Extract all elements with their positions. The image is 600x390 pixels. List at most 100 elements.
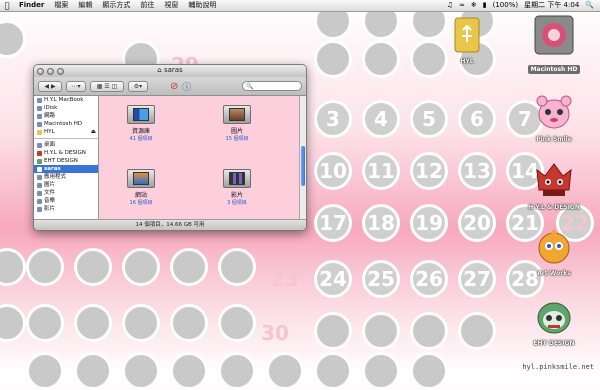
wallpaper-number: 6 bbox=[458, 100, 496, 138]
menu-help[interactable]: 輔助說明 bbox=[183, 0, 221, 11]
desktop-icon-eht-design[interactable]: EHT DESIGN bbox=[519, 296, 589, 347]
desktop-icon-pink-smile[interactable]: Pink Smile bbox=[519, 92, 589, 143]
wallpaper-circle bbox=[362, 40, 400, 78]
wallpaper-number: 10 bbox=[314, 152, 352, 190]
action-menu-button[interactable]: ⚙▾ bbox=[128, 80, 148, 92]
folder-library[interactable]: 資源庫 41 個項目 bbox=[113, 102, 169, 142]
sidebar-label: 影片 bbox=[44, 206, 56, 212]
desktop-icon-label: EHT DESIGN bbox=[533, 340, 575, 347]
wifi-icon[interactable]: ≈ bbox=[459, 0, 465, 11]
desktop-icon-hyl-design[interactable]: H.Y.L & DESIGN bbox=[519, 160, 589, 211]
sidebar-item-applications[interactable]: 應用程式 bbox=[34, 173, 98, 181]
folder-name: 資源庫 bbox=[131, 128, 150, 135]
menu-file[interactable]: 檔案 bbox=[49, 0, 73, 11]
sidebar-item-desktop[interactable]: 桌面 bbox=[34, 141, 98, 149]
bluetooth-icon[interactable]: ❄ bbox=[471, 0, 477, 11]
folder-pictures[interactable]: 圖片 15 個項目 bbox=[209, 102, 265, 142]
path-icon: ⋯▾ bbox=[71, 82, 81, 90]
window-titlebar[interactable]: ⌂ saras bbox=[34, 65, 306, 77]
sidebar-label: 應用程式 bbox=[44, 174, 67, 180]
wallpaper-number: 25 bbox=[362, 260, 400, 298]
usb-drive-icon bbox=[37, 129, 42, 135]
desktop-icon-macintosh-hd[interactable]: Macintosh HD bbox=[519, 14, 589, 75]
sidebar-item-documents[interactable]: 文件 bbox=[34, 189, 98, 197]
finder-window: ⌂ saras ◀ ▶ ⋯▾ ▦ ☰ ◫ ⚙▾ ⊘ ⓘ 🔍 H.Y.L MacB… bbox=[33, 64, 307, 231]
desktop-icon-label: Macintosh HD bbox=[527, 65, 581, 74]
sidebar-item-idisk[interactable]: iDisk bbox=[34, 104, 98, 112]
wallpaper-number: 20 bbox=[458, 204, 496, 242]
desktop-icon-label: HYL bbox=[460, 58, 474, 65]
folder-sites[interactable]: 網站 16 個項目 bbox=[113, 166, 169, 206]
wallpaper-circle bbox=[218, 304, 256, 342]
status-bar: 14 個項目，14.66 GB 可用 bbox=[34, 219, 306, 230]
menu-go[interactable]: 前往 bbox=[135, 0, 159, 11]
sites-folder-icon bbox=[127, 166, 155, 188]
menu-view[interactable]: 顯示方式 bbox=[97, 0, 135, 11]
search-icon: 🔍 bbox=[246, 82, 254, 90]
menu-finder[interactable]: Finder bbox=[14, 0, 49, 11]
column-view-icon[interactable]: ◫ bbox=[112, 83, 118, 90]
sidebar-item-hyl-design[interactable]: H.Y.L & DESIGN bbox=[34, 149, 98, 157]
folder-name: 圖片 bbox=[230, 128, 243, 135]
sidebar-item-eht-design[interactable]: EHT DESIGN bbox=[34, 157, 98, 165]
sidebar-item-hyl[interactable]: HYL ⏏ bbox=[34, 128, 98, 136]
folder-count: 16 個項目 bbox=[129, 200, 153, 206]
icon-view-icon[interactable]: ▦ bbox=[97, 83, 103, 90]
wallpaper-number: 11 bbox=[362, 152, 400, 190]
sidebar-item-music[interactable]: 音樂 bbox=[34, 197, 98, 205]
list-view-icon[interactable]: ☰ bbox=[104, 83, 109, 90]
vertical-scrollbar[interactable] bbox=[299, 96, 306, 220]
folder-icon bbox=[37, 158, 42, 164]
sidebar-item-macbook[interactable]: H.Y.L MacBook bbox=[34, 96, 98, 104]
menu-edit[interactable]: 編輯 bbox=[73, 0, 97, 11]
wallpaper-circle bbox=[170, 304, 208, 342]
wallpaper-circle bbox=[122, 352, 160, 390]
sidebar-item-pictures[interactable]: 圖片 bbox=[34, 181, 98, 189]
home-folder-icon: ⌂ bbox=[157, 66, 164, 74]
view-switcher[interactable]: ▦ ☰ ◫ bbox=[90, 80, 124, 92]
finder-sidebar: H.Y.L MacBook iDisk 網路 Macintosh HD HYL ⏏… bbox=[34, 96, 99, 220]
clock[interactable]: 星期二 下午 4:04 bbox=[524, 0, 579, 11]
sidebar-label: 桌面 bbox=[44, 142, 56, 148]
sidebar-item-macintosh-hd[interactable]: Macintosh HD bbox=[34, 120, 98, 128]
finder-toolbar: ◀ ▶ ⋯▾ ▦ ☰ ◫ ⚙▾ ⊘ ⓘ 🔍 bbox=[34, 77, 306, 96]
scrollbar-thumb[interactable] bbox=[301, 146, 305, 186]
eject-icon[interactable]: ⏏ bbox=[91, 128, 98, 136]
folder-movies[interactable]: 影片 3 個項目 bbox=[209, 166, 265, 206]
spotlight-icon[interactable]: 🔍 bbox=[585, 0, 594, 11]
sidebar-item-network[interactable]: 網路 bbox=[34, 112, 98, 120]
hard-drive-icon bbox=[37, 121, 42, 127]
pink-character-icon bbox=[533, 92, 575, 134]
usb-drive-icon bbox=[446, 14, 488, 56]
network-icon bbox=[37, 113, 42, 119]
sidebar-item-movies[interactable]: 影片 bbox=[34, 205, 98, 213]
wallpaper-circle bbox=[218, 248, 256, 286]
desktop-icon-art-works[interactable]: Art Works bbox=[519, 226, 589, 277]
info-icon[interactable]: ⓘ bbox=[182, 80, 191, 93]
computer-icon bbox=[37, 97, 42, 103]
sidebar-label: H.Y.L & DESIGN bbox=[44, 150, 86, 156]
back-icon[interactable]: ◀ bbox=[44, 83, 49, 90]
desktop-icon-hyl[interactable]: HYL bbox=[432, 14, 502, 65]
wallpaper-circle bbox=[122, 248, 160, 286]
gear-icon: ⚙▾ bbox=[133, 82, 143, 90]
volume-icon[interactable]: ♫ bbox=[447, 0, 453, 11]
wallpaper-number: 17 bbox=[314, 204, 352, 242]
battery-icon[interactable]: ▮ bbox=[483, 0, 487, 11]
forward-icon[interactable]: ▶ bbox=[51, 83, 56, 90]
path-button[interactable]: ⋯▾ bbox=[66, 80, 86, 92]
wallpaper-credit: hyl.pinksmile.net bbox=[522, 363, 594, 371]
apple-menu-icon[interactable]:  bbox=[0, 0, 14, 11]
back-forward-button[interactable]: ◀ ▶ bbox=[38, 80, 62, 92]
wallpaper-number: 3 bbox=[314, 100, 352, 138]
wallpaper-circle bbox=[170, 248, 208, 286]
menu-window[interactable]: 視窗 bbox=[159, 0, 183, 11]
no-entry-icon[interactable]: ⊘ bbox=[170, 81, 178, 92]
idisk-icon bbox=[37, 105, 42, 111]
wallpaper-circle bbox=[74, 304, 112, 342]
wallpaper-circle bbox=[314, 312, 352, 350]
search-field[interactable]: 🔍 bbox=[242, 81, 302, 91]
pictures-folder-icon bbox=[223, 102, 251, 124]
sidebar-item-saras[interactable]: saras bbox=[34, 165, 98, 173]
sidebar-label: 文件 bbox=[44, 190, 56, 196]
